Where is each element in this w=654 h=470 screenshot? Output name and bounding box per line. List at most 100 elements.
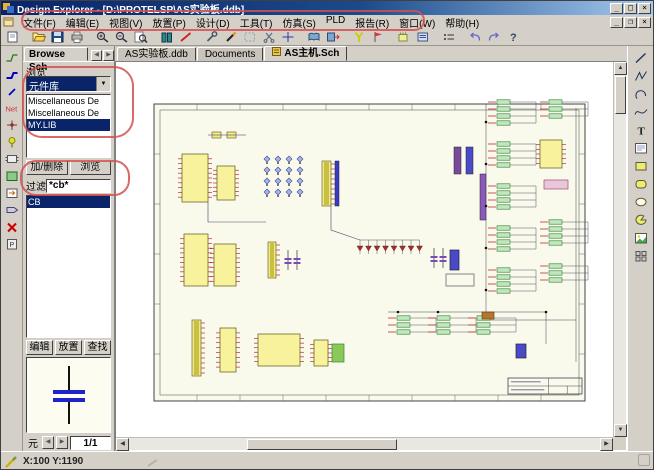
doc-tab-1[interactable]: Documents [197,47,264,61]
vertical-scrollbar[interactable]: ▲ ▼ [613,62,626,437]
menu-item-4[interactable]: 设计(D) [191,15,235,30]
browse-mode-dropdown[interactable]: 元件库 ▼ [26,76,111,92]
menu-item-3[interactable]: 放置(P) [147,15,190,30]
wiring-tool-net-label-icon[interactable]: Net [3,100,21,116]
drawing-tool-rect-icon[interactable] [632,158,650,174]
menu-bar: 文件(F)编辑(E)视图(V)放置(P)设计(D)工具(T)仿真(S)PLD报告… [1,15,653,29]
wiring-tool-bus-icon[interactable] [3,66,21,82]
toolbar-zoom-all-icon[interactable] [131,30,150,45]
mdi-restore-button[interactable]: ❐ [624,17,637,28]
drawing-tool-polyline-icon[interactable] [632,68,650,84]
drawing-tool-round-rect-icon[interactable] [632,176,650,192]
panel-tab-scroll-left-icon[interactable]: ◀ [91,50,102,61]
menu-item-6[interactable]: 仿真(S) [277,15,320,30]
toolbar-cut-icon[interactable] [259,30,278,45]
toolbar-book-export-icon[interactable] [323,30,342,45]
drawing-tool-array-paste-icon[interactable] [632,248,650,264]
place-component-button[interactable]: 放置 [55,340,82,355]
toolbar-undo-icon[interactable] [465,30,484,45]
schematic-sheet[interactable] [116,62,617,439]
scroll-left-icon[interactable]: ◀ [116,438,129,451]
next-page-button[interactable]: ▶ [56,436,68,449]
toolbar-browse-sheet-icon[interactable] [413,30,432,45]
scroll-up-icon[interactable]: ▲ [614,62,627,75]
wiring-tool-sheet-entry-icon[interactable] [3,185,21,201]
toolbar-flag-icon[interactable] [368,30,387,45]
horizontal-scrollbar[interactable]: ◀ ▶ [116,437,613,450]
toolbar-open-folder-icon[interactable] [29,30,48,45]
menu-item-8[interactable]: 报告(R) [350,15,394,30]
toolbar-pencil-icon[interactable] [221,30,240,45]
horizontal-scroll-thumb[interactable] [247,439,397,450]
toolbar-annotate-icon[interactable] [439,30,458,45]
chevron-down-icon[interactable]: ▼ [96,77,110,91]
menu-item-10[interactable]: 帮助(H) [440,15,484,30]
toolbar-print-icon[interactable] [67,30,86,45]
library-list-item-0[interactable]: Miscellaneous De [27,95,110,107]
drawing-tool-text-frame-icon[interactable] [632,140,650,156]
toolbar-tools-icon[interactable] [202,30,221,45]
toolbar-help-icon[interactable]: ? [503,30,522,45]
browse-library-button[interactable]: 浏览 [70,160,112,175]
component-list-item-0[interactable]: CB [27,196,110,208]
menu-item-7[interactable]: PLD [321,15,350,30]
browse-panel: Browse Sch ◀ ▶ 浏览 元件库 ▼ Miscellaneous De… [23,46,115,451]
drawing-tool-ellipse-icon[interactable] [632,194,650,210]
drawing-tool-bezier-icon[interactable] [632,104,650,120]
library-list-item-2[interactable]: MY.LIB [27,119,110,131]
menu-item-1[interactable]: 编辑(E) [61,15,104,30]
scroll-right-icon[interactable]: ▶ [600,438,613,451]
panel-tab-scroll-right-icon[interactable]: ▶ [103,50,114,61]
find-component-button[interactable]: 查找 [84,340,111,355]
drawing-tool-pie-icon[interactable] [632,212,650,228]
mdi-minimize-button[interactable]: _ [610,17,623,28]
vertical-scroll-thumb[interactable] [615,76,626,114]
toolbar-open-book-icon[interactable] [304,30,323,45]
wiring-tool-port-icon[interactable] [3,202,21,218]
filter-input[interactable]: *cb* [46,179,111,193]
toolbar-library-icon[interactable] [157,30,176,45]
close-button[interactable]: × [638,3,651,14]
toolbar-wire-red-icon[interactable] [176,30,195,45]
scroll-down-icon[interactable]: ▼ [614,424,627,437]
drawing-tool-text-icon[interactable]: T [632,122,650,138]
wiring-tool-power-port-icon[interactable] [3,134,21,150]
toolbar-select-rect-icon[interactable] [240,30,259,45]
drawing-tool-graphic-icon[interactable] [632,230,650,246]
toolbar-save-icon[interactable] [48,30,67,45]
resize-grip[interactable] [638,454,650,466]
toolbar-doc-clipboard-icon[interactable] [3,30,22,45]
drawing-tool-line-icon[interactable] [632,50,650,66]
menu-item-2[interactable]: 视图(V) [104,15,147,30]
wiring-tool-part-icon[interactable] [3,151,21,167]
toolbar-browse-part-icon[interactable] [394,30,413,45]
wiring-tool-directive-icon[interactable]: P [3,236,21,252]
mdi-close-button[interactable]: × [638,17,651,28]
wiring-tool-wire-icon[interactable] [3,49,21,65]
toolbar-zoom-out-icon[interactable] [112,30,131,45]
library-list[interactable]: Miscellaneous DeMiscellaneous DeMY.LIB [26,94,111,158]
wiring-tool-bus-entry-icon[interactable] [3,83,21,99]
schematic-canvas[interactable]: ▲ ▼ ◀ ▶ [115,61,627,451]
toolbar-probe-icon[interactable] [349,30,368,45]
prev-page-button[interactable]: ◀ [42,436,54,449]
maximize-button[interactable]: □ [624,3,637,14]
wiring-tool-sheet-symbol-icon[interactable] [3,168,21,184]
wiring-tool-no-erc-icon[interactable] [3,219,21,235]
library-list-item-1[interactable]: Miscellaneous De [27,107,110,119]
menu-item-0[interactable]: 文件(F) [18,15,61,30]
tab-browse-sch[interactable]: Browse Sch [24,47,88,61]
toolbar-zoom-in-icon[interactable] [93,30,112,45]
component-list[interactable]: CB [26,195,111,338]
toolbar-redo-icon[interactable] [484,30,503,45]
minimize-button[interactable]: _ [610,3,623,14]
toolbar-crosshair-icon[interactable] [278,30,297,45]
add-remove-library-button[interactable]: 加/删除 [26,160,68,175]
menu-item-5[interactable]: 工具(T) [235,15,278,30]
doc-tab-2[interactable]: AS主机.Sch [264,46,347,61]
drawing-tool-arc-icon[interactable] [632,86,650,102]
edit-component-button[interactable]: 编辑 [26,340,53,355]
wiring-tool-junction-icon[interactable] [3,117,21,133]
menu-item-9[interactable]: 窗口(W) [394,15,440,30]
doc-tab-0[interactable]: AS实验板.ddb [117,47,196,61]
